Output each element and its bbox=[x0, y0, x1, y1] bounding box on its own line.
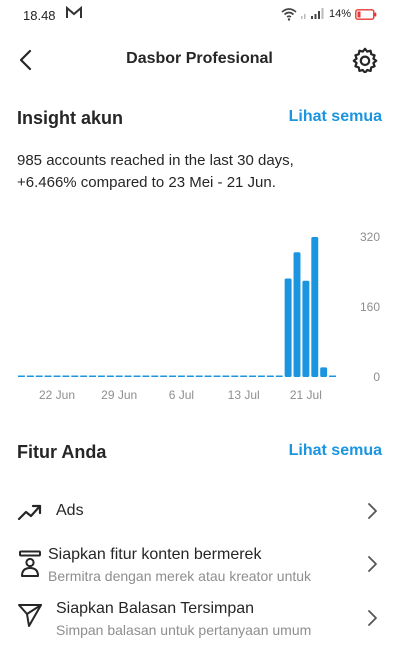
features-see-all-link[interactable]: Lihat semua bbox=[289, 442, 382, 460]
x-tick-label: 6 Jul bbox=[169, 388, 194, 402]
wifi-icon bbox=[281, 7, 297, 21]
chart-bar bbox=[302, 280, 310, 377]
chart-bar bbox=[124, 375, 132, 377]
chart-bar bbox=[35, 375, 43, 377]
chart-bar bbox=[177, 375, 185, 377]
chart-bar bbox=[26, 375, 34, 377]
chart-bar bbox=[151, 375, 159, 377]
summary-line-2: +6.466% compared to 23 Mei - 21 Jun. bbox=[17, 174, 276, 191]
chart-bar bbox=[293, 252, 301, 377]
x-tick-label: 13 Jul bbox=[228, 388, 260, 402]
branded-content-icon bbox=[17, 550, 43, 577]
status-icons: 14% bbox=[281, 6, 377, 22]
insights-see-all-link[interactable]: Lihat semua bbox=[289, 108, 382, 126]
feature-sub: Simpan balasan untuk pertanyaan umum bbox=[56, 622, 312, 638]
chart-bar bbox=[240, 375, 248, 377]
chart-bar bbox=[186, 375, 194, 377]
feature-item-branded-content[interactable]: Siapkan fitur konten bermerek Bermitra d… bbox=[0, 542, 399, 590]
settings-icon bbox=[352, 47, 378, 73]
chart-bar bbox=[115, 375, 123, 377]
feature-sub: Bermitra dengan merek atau kreator untuk bbox=[48, 568, 312, 584]
chart-bar bbox=[222, 375, 230, 377]
chevron-right-icon bbox=[368, 503, 377, 519]
chart-bar bbox=[195, 375, 203, 377]
status-bar: 18.48 14% bbox=[0, 0, 399, 32]
signal-icon bbox=[310, 8, 324, 19]
chart-bar bbox=[80, 375, 88, 377]
chart-bar bbox=[133, 375, 141, 377]
chart-bar bbox=[62, 375, 70, 377]
chart-bar bbox=[106, 375, 114, 377]
chart-bar bbox=[89, 375, 97, 377]
send-icon bbox=[17, 602, 43, 628]
x-tick-label: 21 Jul bbox=[290, 388, 322, 402]
feature-label: Ads bbox=[56, 502, 84, 519]
insights-summary: 985 accounts reached in the last 30 days… bbox=[17, 150, 387, 194]
x-tick-label: 22 Jun bbox=[39, 388, 75, 402]
chart-bar bbox=[249, 375, 257, 377]
chevron-right-icon bbox=[368, 610, 377, 626]
chart-bar bbox=[204, 375, 212, 377]
insights-header: Insight akun Lihat semua bbox=[17, 108, 382, 134]
chart-bar bbox=[266, 375, 274, 377]
features-header: Fitur Anda Lihat semua bbox=[17, 442, 382, 468]
chart-bar bbox=[231, 375, 239, 377]
chart-bar bbox=[257, 375, 265, 377]
signal-icon-small bbox=[300, 14, 306, 19]
chart-bar bbox=[142, 375, 150, 377]
feature-item-ads[interactable]: Ads bbox=[0, 492, 399, 532]
chart-bar bbox=[320, 367, 328, 378]
chart-bar bbox=[53, 375, 61, 377]
chart-bar bbox=[275, 375, 283, 377]
status-time: 18.48 bbox=[23, 8, 56, 23]
summary-line-1: 985 accounts reached in the last 30 days… bbox=[17, 152, 294, 169]
settings-button[interactable] bbox=[349, 44, 381, 76]
feature-label: Siapkan Balasan Tersimpan bbox=[56, 600, 255, 617]
chevron-right-icon bbox=[368, 556, 377, 572]
feature-item-saved-replies[interactable]: Siapkan Balasan Tersimpan Simpan balasan… bbox=[0, 596, 399, 644]
feature-label: Siapkan fitur konten bermerek bbox=[48, 546, 262, 563]
trending-up-icon bbox=[17, 499, 43, 525]
chart-bar bbox=[71, 375, 79, 377]
chart-bar bbox=[160, 375, 168, 377]
gmail-icon bbox=[66, 6, 82, 18]
chart-bar bbox=[169, 375, 177, 377]
y-tick-label: 0 bbox=[373, 370, 380, 384]
reach-chart: 320 160 0 22 Jun 29 Jun 6 Jul 13 Jul 21 Jul bbox=[17, 230, 380, 402]
battery-icon bbox=[355, 8, 377, 20]
chart-bar bbox=[44, 375, 52, 377]
x-tick-label: 29 Jun bbox=[101, 388, 137, 402]
battery-percent: 14% bbox=[328, 8, 351, 20]
chart-bar bbox=[284, 278, 292, 377]
page-title: Dasbor Profesional bbox=[126, 50, 273, 67]
y-tick-label: 320 bbox=[360, 230, 380, 244]
chart-bar bbox=[17, 375, 25, 377]
chart-bar bbox=[213, 375, 221, 377]
chart-bar bbox=[329, 375, 337, 377]
chart-bar bbox=[97, 375, 105, 377]
insights-title: Insight akun bbox=[17, 108, 124, 128]
chart-bar bbox=[311, 237, 319, 377]
y-tick-label: 160 bbox=[360, 300, 380, 314]
features-title: Fitur Anda bbox=[17, 442, 107, 462]
header: Dasbor Profesional bbox=[0, 38, 399, 84]
